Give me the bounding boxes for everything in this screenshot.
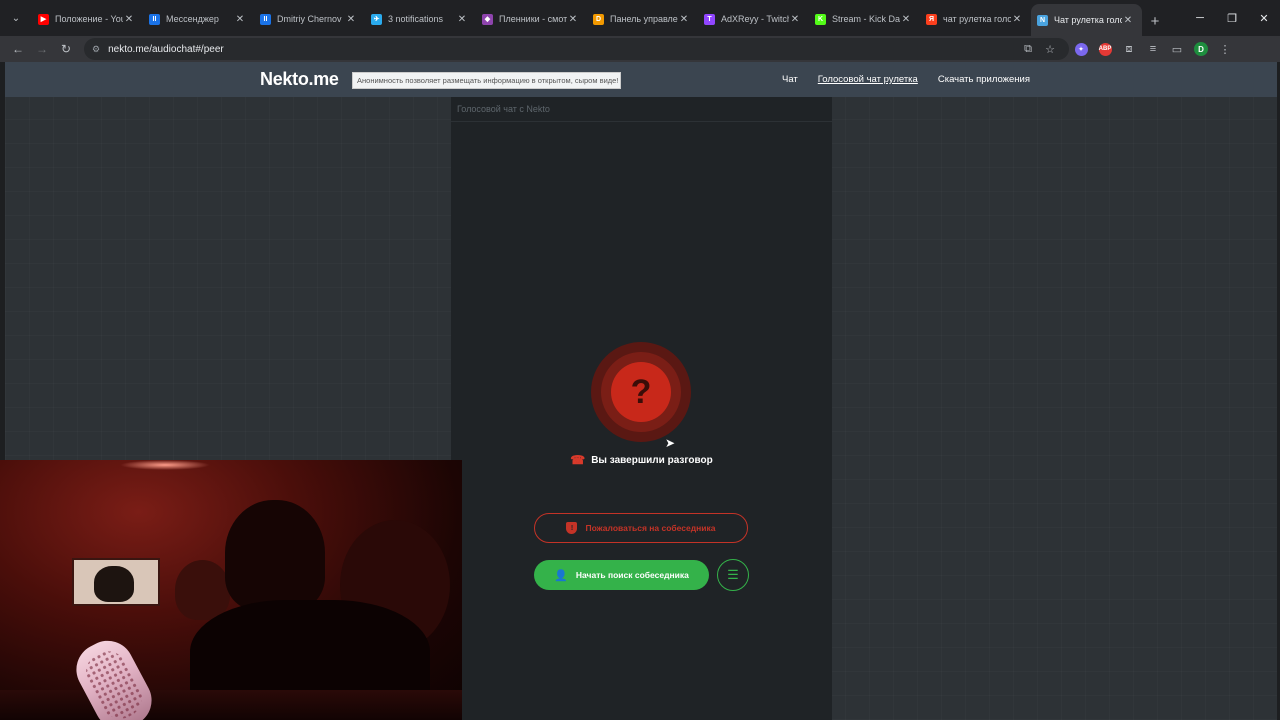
profile-avatar[interactable]: D [1189,38,1213,60]
tab-title: 3 notifications [388,14,444,24]
frame-art [94,566,134,602]
report-user-button[interactable]: ! Пожаловаться на собеседника [534,513,748,543]
user-search-icon: 👤 [554,569,568,582]
tab-close-icon[interactable]: ✕ [1122,15,1134,26]
mouse-cursor-icon: ➤ [665,436,676,450]
tab-favicon-icon: II [260,13,271,25]
tab-close-icon[interactable]: ✕ [1011,14,1023,25]
tab-favicon-icon: N [1037,14,1048,26]
site-header: Nekto.me Анонимность позволяет размещать… [5,62,1277,97]
start-search-label: Начать поиск собеседника [575,570,689,580]
browser-toolbar: ← → ↻ ⚙ nekto.me/audiochat#/peer ⧉ ☆ ✦ A… [0,36,1280,62]
webcam-table [0,690,462,720]
nav-link[interactable]: Чат [782,74,798,85]
browser-tab[interactable]: D Панель управления✕ [587,4,698,34]
back-arrow-icon[interactable]: ← [6,38,30,60]
tab-favicon-icon: ✈ [371,13,382,25]
site-nav: Чат Голосовой чат рулетка Скачать приложен… [782,74,1030,85]
call-ended-message: ☎ Вы завершили разговор [451,453,832,467]
logo-tooltip: Анонимность позволяет размещать информац… [352,72,621,89]
question-mark-icon: ? [611,362,671,422]
browser-tab[interactable]: N Чат рулетка голосовой✕ [1031,4,1142,36]
restore-icon[interactable]: ❐ [1216,0,1248,36]
new-tab-button[interactable]: + [1142,6,1168,36]
tab-title: Мессенджер [166,14,219,24]
tab-close-icon[interactable]: ✕ [900,14,912,25]
tab-title: Dmitriy Chernov [277,14,342,24]
extension-feather-icon[interactable]: ✦ [1069,38,1093,60]
window-controls: ─ ❐ ✕ [1184,0,1280,36]
chat-panel-title: Голосовой чат с Nekto [451,97,832,122]
browser-menu-icon[interactable]: ⋮ [1213,38,1237,60]
browser-tab[interactable]: ◆ Пленники - смотреть✕ [476,4,587,34]
site-logo[interactable]: Nekto.me [260,69,339,90]
tab-title: Панель управления [610,14,678,24]
tab-title: Положение - YouTube [55,14,123,24]
search-settings-button[interactable]: ☰ [717,559,749,591]
tab-favicon-icon: T [704,13,715,25]
tab-close-icon[interactable]: ✕ [456,14,468,25]
tab-close-icon[interactable]: ✕ [567,14,579,25]
tab-close-icon[interactable]: ✕ [234,14,246,25]
browser-tab-strip: ⌄ ▶Положение - YouTube✕IIМессенджер✕IIDm… [0,0,1280,36]
tab-favicon-icon: II [149,13,160,25]
voice-chat-panel: Голосовой чат с Nekto ? ➤ ☎ Вы завершили… [451,97,832,720]
status-indicator-ring: ? [601,352,681,432]
minimize-icon[interactable]: ─ [1184,0,1216,36]
webcam-person-back [175,560,230,620]
tab-close-icon[interactable]: ✕ [789,14,801,25]
tab-favicon-icon: ▶ [38,13,49,25]
browser-tab[interactable]: ▶ Положение - YouTube✕ [32,4,143,34]
webcam-picture-frame [72,558,160,606]
tab-close-icon[interactable]: ✕ [345,14,357,25]
tab-search-chevron-icon[interactable]: ⌄ [0,0,32,36]
nav-link[interactable]: Голосовой чат рулетка [818,74,918,85]
webcam-person-center-head [225,500,325,610]
address-bar[interactable]: ⚙ nekto.me/audiochat#/peer ⧉ ☆ [84,38,1069,60]
browser-tab[interactable]: ✈ 3 notifications ✕ [365,4,476,34]
browser-tab[interactable]: Ячат рулетка голосовой✕ [920,4,1031,34]
browser-tab[interactable]: II Dmitriy Chernov ✕ [254,4,365,34]
extensions-puzzle-icon[interactable]: ⧈ [1117,38,1141,60]
forward-arrow-icon[interactable]: → [30,38,54,60]
address-bar-url[interactable]: nekto.me/audiochat#/peer [108,44,1017,55]
browser-tab[interactable]: K Stream - Kick Dashboard✕ [809,4,920,34]
shield-alert-icon: ! [566,522,578,534]
media-controls-icon[interactable]: ≡ [1141,38,1165,60]
status-indicator: ? [591,342,691,442]
reload-icon[interactable]: ↻ [54,38,78,60]
tab-title: Пленники - смотреть [499,14,567,24]
adblock-icon[interactable]: ABP [1093,38,1117,60]
hang-up-phone-icon: ☎ [570,453,586,467]
browser-tab[interactable]: II Мессенджер ✕ [143,4,254,34]
webcam-light [120,460,210,470]
nav-link[interactable]: Скачать приложения [938,74,1030,85]
cast-icon[interactable]: ⧉ [1017,43,1039,56]
tab-close-icon[interactable]: ✕ [123,14,135,25]
tab-title: Чат рулетка голосовой [1054,15,1122,25]
tab-favicon-icon: K [815,13,826,25]
tab-favicon-icon: Я [926,13,937,25]
tab-favicon-icon: ◆ [482,13,493,25]
tab-favicon-icon: D [593,13,604,25]
sidebar-icon[interactable]: ▭ [1165,38,1189,60]
webcam-overlay [0,460,462,720]
tab-title: Stream - Kick Dashboard [832,14,900,24]
sliders-icon: ☰ [727,567,739,582]
tab-title: чат рулетка голосовой [943,14,1011,24]
close-window-icon[interactable]: ✕ [1248,0,1280,36]
browser-tab[interactable]: T AdXReyy - Twitch ✕ [698,4,809,34]
site-info-icon[interactable]: ⚙ [92,44,100,55]
call-ended-text: Вы завершили разговор [591,454,713,466]
tab-title: AdXReyy - Twitch [721,14,789,24]
report-user-label: Пожаловаться на собеседника [585,523,716,533]
start-search-button[interactable]: 👤 Начать поиск собеседника [534,560,709,590]
tab-close-icon[interactable]: ✕ [678,14,690,25]
bookmark-star-icon[interactable]: ☆ [1039,43,1061,56]
